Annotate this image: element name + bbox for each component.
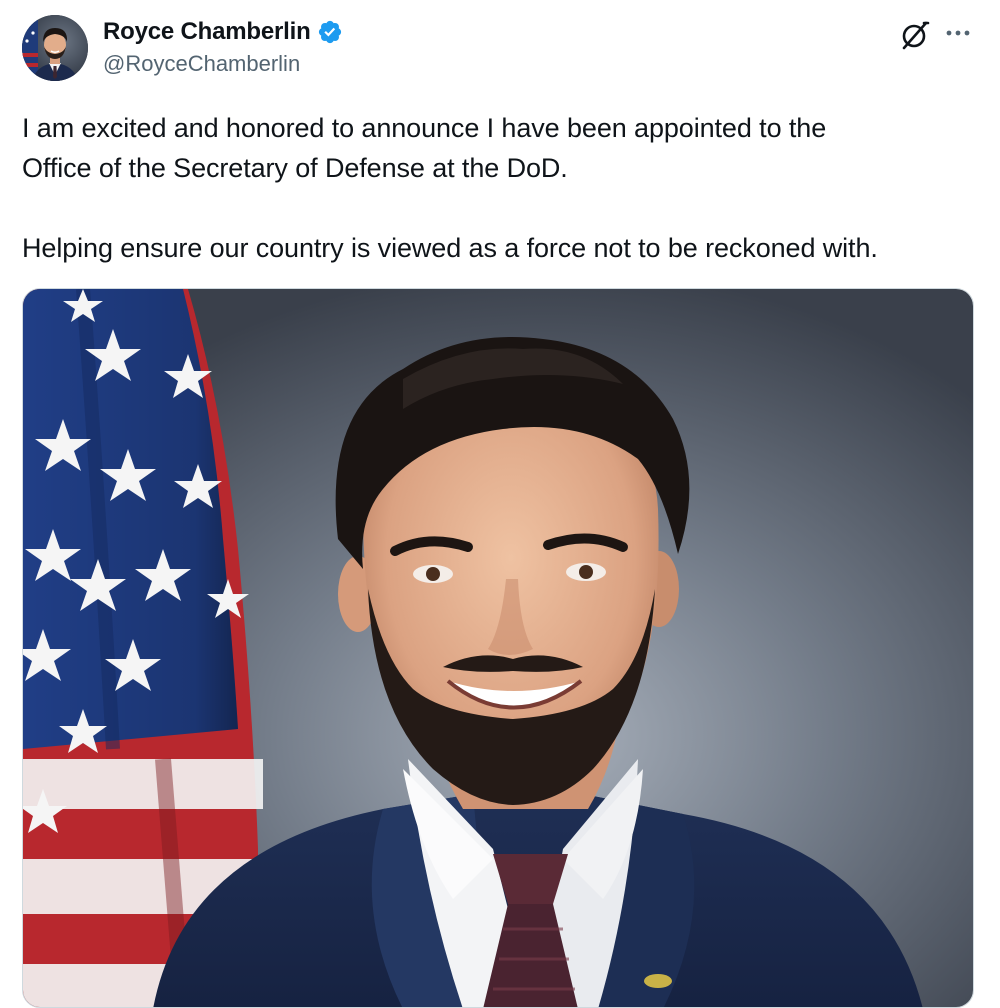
author-name-row: Royce Chamberlin	[103, 17, 343, 47]
tweet-text-line: Helping ensure our country is viewed as …	[22, 233, 878, 263]
verified-badge-icon	[318, 20, 341, 44]
avatar-image	[22, 15, 88, 81]
author-handle[interactable]: @RoyceChamberlin	[103, 51, 300, 77]
tweet-photo[interactable]	[22, 288, 974, 1008]
grok-icon	[902, 21, 930, 50]
grok-button[interactable]	[898, 18, 932, 52]
tweet: Royce Chamberlin @RoyceChamberlin I am e…	[0, 0, 1000, 1008]
portrait-photo	[23, 289, 973, 1007]
tweet-text-line: Office of the Secretary of Defense at th…	[22, 153, 568, 183]
more-options-button[interactable]	[942, 18, 976, 52]
more-options-icon	[946, 30, 970, 36]
tweet-text: I am excited and honored to announce I h…	[22, 108, 982, 268]
display-name[interactable]: Royce Chamberlin	[103, 18, 311, 46]
tweet-text-line: I am excited and honored to announce I h…	[22, 113, 827, 143]
avatar[interactable]	[22, 15, 88, 81]
